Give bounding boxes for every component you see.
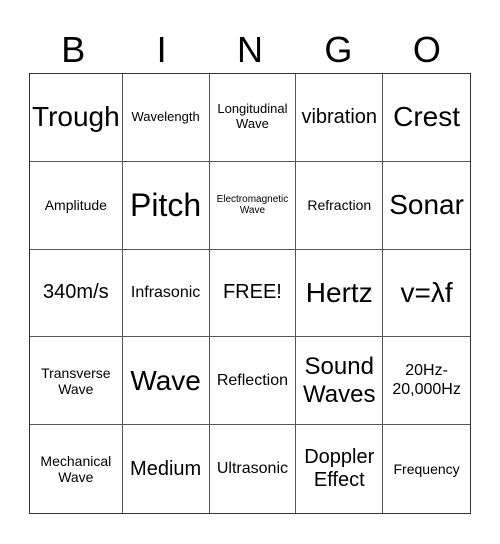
bingo-cell[interactable]: Crest <box>383 74 470 162</box>
bingo-cell[interactable]: Wave <box>122 337 210 426</box>
bingo-cell[interactable]: Amplitude <box>30 161 123 250</box>
bingo-cell[interactable]: Infrasonic <box>122 249 210 338</box>
bingo-cell[interactable]: Hertz <box>296 249 384 338</box>
bingo-cell[interactable]: Frequency <box>383 425 470 513</box>
bingo-cell[interactable]: 340m/s <box>30 249 123 338</box>
bingo-cell[interactable]: Transverse Wave <box>30 337 123 426</box>
bingo-cell[interactable]: Ultrasonic <box>210 425 297 513</box>
bingo-cell[interactable]: Trough <box>30 74 123 162</box>
header-letter-b: B <box>61 29 86 70</box>
bingo-cell[interactable]: Wavelength <box>122 74 210 162</box>
bingo-cell[interactable]: v=λf <box>383 250 470 338</box>
header-letter-o: O <box>412 29 441 70</box>
bingo-cell[interactable]: Reflection <box>209 337 297 426</box>
bingo-cell[interactable]: Medium <box>123 425 210 513</box>
bingo-cell[interactable]: Mechanical Wave <box>30 425 123 513</box>
bingo-cell[interactable]: Sonar <box>383 162 470 250</box>
bingo-cell[interactable]: Longitudinal Wave <box>209 74 297 162</box>
header-letter-i: I <box>156 29 167 70</box>
bingo-cell[interactable]: Doppler Effect <box>296 425 384 513</box>
header-letter-g: G <box>324 29 353 70</box>
bingo-cell[interactable]: Refraction <box>296 161 384 250</box>
header-letter-n: N <box>237 29 264 70</box>
bingo-cell[interactable]: vibration <box>296 74 384 162</box>
bingo-cell[interactable]: Pitch <box>122 161 210 250</box>
bingo-cell[interactable]: Electromagnetic Wave <box>209 161 297 250</box>
bingo-header: B I N G O <box>29 28 471 72</box>
bingo-cell-free[interactable]: FREE! <box>209 249 297 338</box>
bingo-cell[interactable]: 20Hz- 20,000Hz <box>383 337 470 426</box>
bingo-card-grid: Trough Wavelength Longitudinal Wave vibrati… <box>29 73 471 514</box>
bingo-cell[interactable]: Sound Waves <box>296 337 384 426</box>
